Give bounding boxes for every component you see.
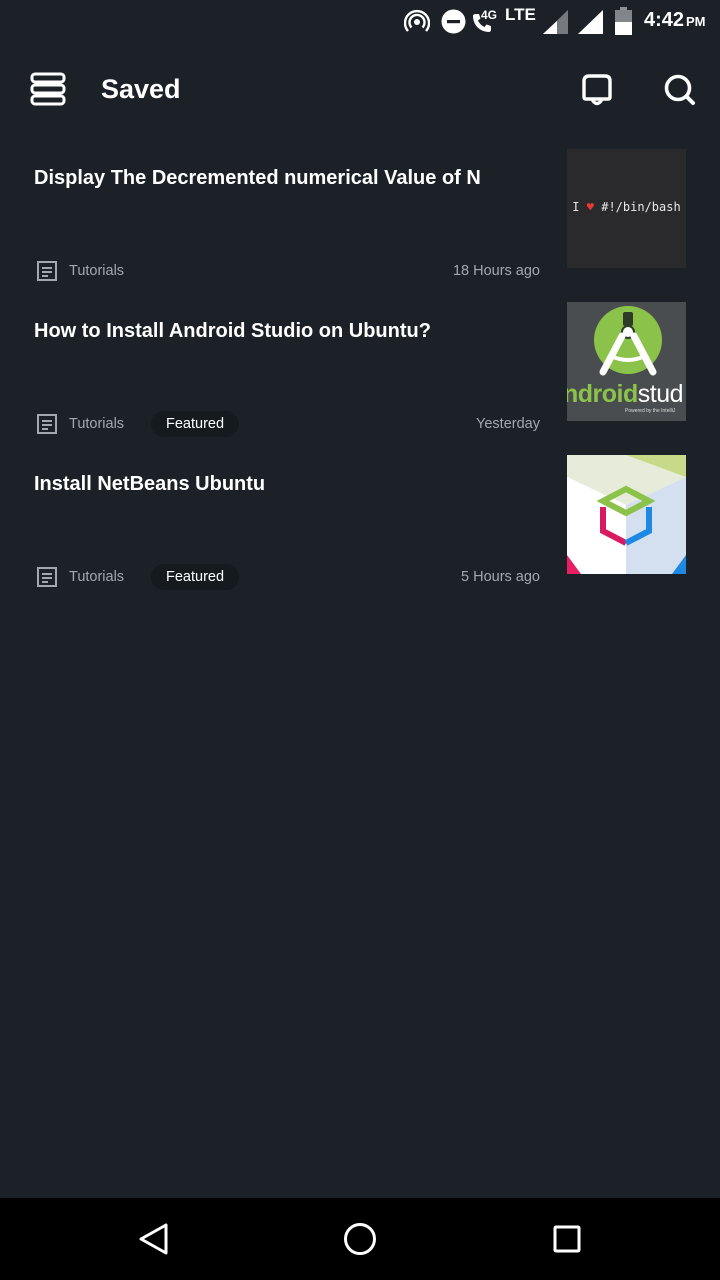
home-icon: [344, 1223, 376, 1255]
article-category-icon: [37, 567, 57, 587]
recents-button[interactable]: [547, 1219, 587, 1259]
article-category: Tutorials: [69, 416, 125, 432]
brand-text-white: stud: [637, 380, 684, 408]
status-bar: 4G LTE 4:42 PM: [0, 0, 720, 42]
search-button[interactable]: [660, 70, 698, 108]
article-thumbnail: ndroidstud Powered by the IntelliJ: [567, 302, 686, 421]
article-time: Yesterday: [476, 416, 540, 432]
hotspot-icon: [404, 9, 430, 32]
article-thumbnail: I ♥ #!/bin/bash: [567, 149, 686, 268]
article-card[interactable]: How to Install Android Studio on Ubuntu?…: [0, 302, 720, 470]
article-card[interactable]: Install NetBeans Ubuntu Tutorials Featur…: [0, 455, 720, 623]
thumbnail-text-i: I: [572, 200, 580, 214]
battery-icon: [615, 7, 632, 35]
notification-button[interactable]: [578, 70, 616, 108]
article-category-icon: [37, 261, 57, 281]
search-icon: [664, 74, 695, 105]
recents-icon: [553, 1225, 581, 1253]
home-button[interactable]: [340, 1219, 380, 1259]
thumbnail-powered-by: Powered by the IntelliJ: [625, 408, 676, 414]
lte-label: LTE: [505, 5, 536, 24]
article-category-icon: [37, 414, 57, 434]
notification-icon: [582, 74, 612, 106]
article-thumbnail: [567, 455, 686, 574]
signal-icon: [543, 10, 568, 34]
brand-text-green: ndroid: [567, 380, 638, 408]
article-title: How to Install Android Studio on Ubuntu?: [34, 320, 431, 342]
featured-badge: Featured: [151, 564, 240, 590]
featured-badge: Featured: [151, 411, 240, 437]
status-ampm: PM: [686, 14, 706, 29]
menu-button[interactable]: [30, 72, 66, 106]
article-title: Install NetBeans Ubuntu: [34, 473, 266, 495]
thumbnail-brand-text: ndroidstud: [567, 379, 684, 409]
thumbnail-text-bash: #!/bin/bash: [601, 200, 681, 214]
signal-icon: [578, 10, 603, 34]
heart-icon: ♥: [586, 200, 594, 214]
article-category: Tutorials: [69, 569, 125, 585]
article-card[interactable]: Display The Decremented numerical Value …: [0, 149, 720, 317]
app-bar: Saved: [0, 42, 720, 136]
back-icon: [139, 1223, 168, 1255]
network-type-label: 4G: [481, 8, 498, 22]
status-time: 4:42: [644, 9, 685, 31]
do-not-disturb-icon: [441, 9, 466, 34]
navigation-bar: [0, 1198, 720, 1280]
netbeans-logo: [567, 455, 686, 574]
page-title: Saved: [101, 74, 181, 104]
article-title: Display The Decremented numerical Value …: [34, 167, 481, 189]
thumbnail-caption: I ♥ #!/bin/bash: [567, 200, 686, 214]
article-time: 18 Hours ago: [452, 263, 540, 279]
back-button[interactable]: [134, 1219, 174, 1259]
menu-icon: [30, 72, 66, 106]
article-category: Tutorials: [69, 263, 125, 279]
article-time: 5 Hours ago: [461, 569, 540, 585]
